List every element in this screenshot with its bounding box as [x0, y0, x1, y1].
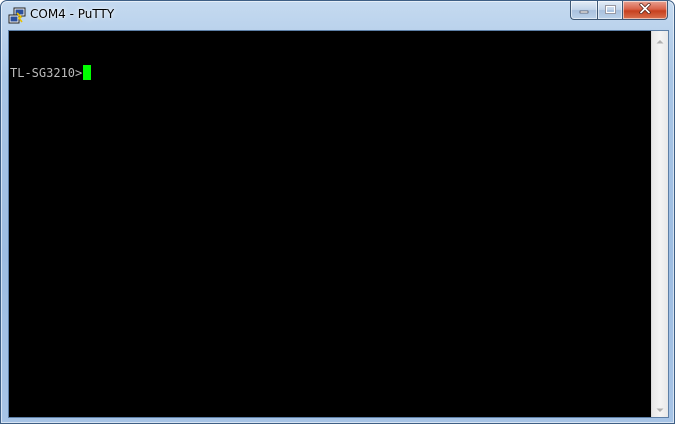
caption-buttons	[570, 1, 668, 20]
minimize-icon	[579, 1, 589, 19]
close-icon	[639, 1, 651, 19]
scroll-down-arrow-icon	[656, 400, 664, 418]
client-area: TL-SG3210>	[8, 30, 669, 418]
title-bar[interactable]: COM4 - PuTTY	[1, 1, 674, 30]
maximize-button[interactable]	[597, 1, 623, 20]
window-title: COM4 - PuTTY	[30, 7, 115, 21]
putty-icon[interactable]	[8, 7, 26, 25]
scroll-up-button[interactable]	[652, 31, 668, 48]
maximize-icon	[604, 1, 616, 19]
terminal-screen[interactable]: TL-SG3210>	[9, 31, 651, 417]
scroll-down-button[interactable]	[652, 400, 668, 417]
close-button[interactable]	[623, 1, 668, 20]
vertical-scrollbar[interactable]	[651, 31, 668, 417]
scroll-up-arrow-icon	[656, 31, 664, 49]
text-cursor	[83, 65, 92, 80]
minimize-button[interactable]	[570, 1, 597, 20]
terminal-prompt: TL-SG3210>	[10, 65, 83, 80]
terminal-line: TL-SG3210>	[10, 65, 92, 80]
putty-window: COM4 - PuTTY TL-SG3210>	[0, 0, 675, 424]
